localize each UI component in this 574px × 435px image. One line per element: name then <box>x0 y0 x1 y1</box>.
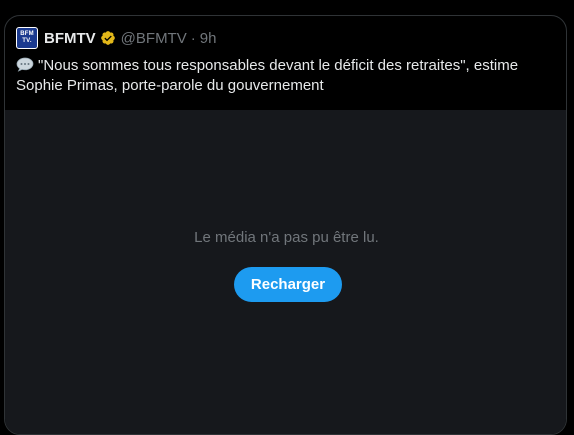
tweet-header: BFM TV. BFMTV @BFMTV · 9h <box>16 26 216 50</box>
tweet-card[interactable]: BFM TV. BFMTV @BFMTV · 9h "Nous sommes t… <box>4 15 567 435</box>
separator-dot: · <box>190 29 196 47</box>
reload-button[interactable]: Recharger <box>234 267 342 302</box>
verified-badge-icon <box>100 31 115 45</box>
media-error-message: Le média n'a pas pu être lu. <box>194 229 379 246</box>
timestamp[interactable]: 9h <box>200 30 217 47</box>
avatar-line-2: TV. <box>22 38 32 44</box>
handle[interactable]: @BFMTV <box>121 30 187 47</box>
tweet-text: "Nous sommes tous responsables devant le… <box>16 56 551 96</box>
tweet-body: "Nous sommes tous responsables devant le… <box>16 57 519 94</box>
avatar-line-1: BFM <box>20 31 34 37</box>
speech-balloon-icon <box>16 57 34 72</box>
display-name[interactable]: BFMTV <box>44 30 96 47</box>
avatar[interactable]: BFM TV. <box>16 27 38 49</box>
media-container: Le média n'a pas pu être lu. Recharger <box>5 110 566 434</box>
